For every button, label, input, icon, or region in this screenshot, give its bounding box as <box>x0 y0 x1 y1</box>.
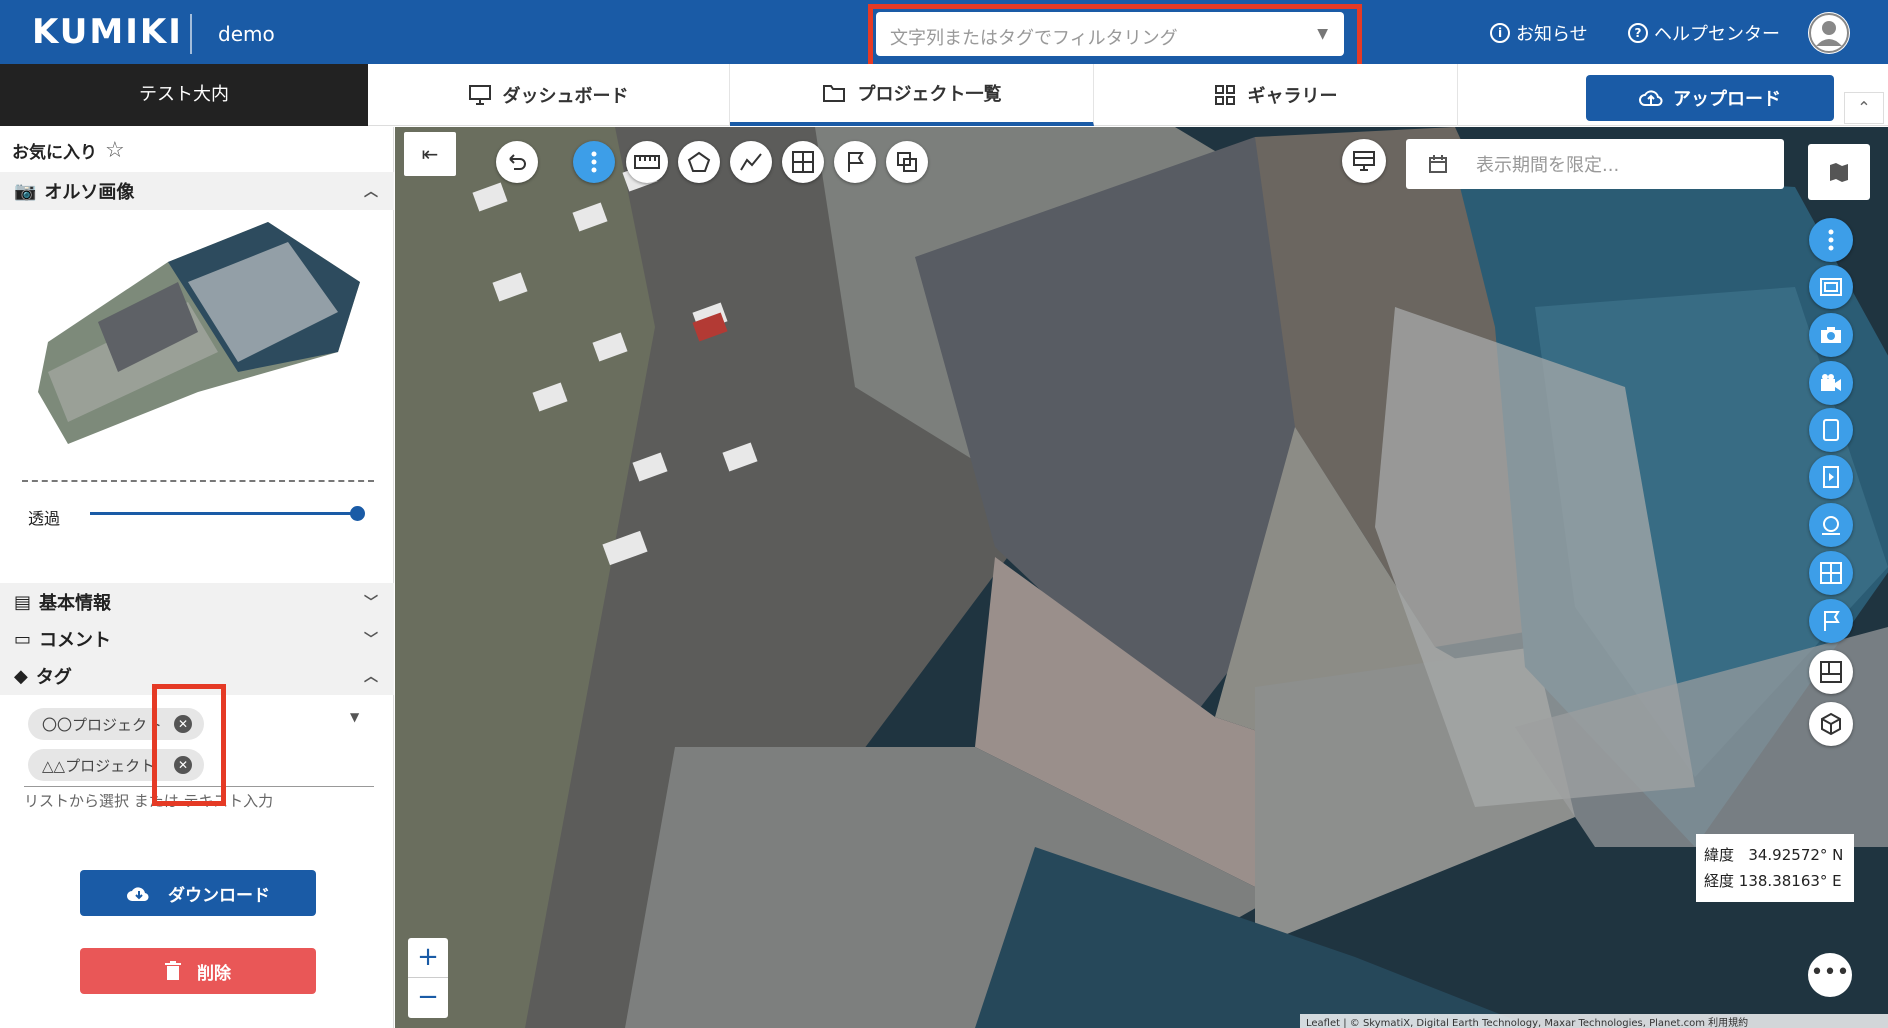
camera-icon: 📷 <box>14 180 37 202</box>
caret-down-icon[interactable]: ▼ <box>350 710 359 724</box>
transparency-label: 透過 <box>28 509 61 528</box>
zoom-in-button[interactable]: + <box>408 938 448 978</box>
slider-handle[interactable] <box>350 506 365 521</box>
lon-value: 138.38163° E <box>1738 872 1842 890</box>
ruler-icon[interactable] <box>626 141 668 183</box>
compare-screen-icon[interactable] <box>1342 139 1386 183</box>
tag-label: 〇〇プロジェクト <box>42 716 163 734</box>
tab-label: プロジェクト一覧 <box>857 84 1002 105</box>
monitor-icon <box>468 85 491 105</box>
upload-button[interactable]: アップロード <box>1586 75 1834 121</box>
date-range-input[interactable]: 表示期間を限定... <box>1406 139 1784 189</box>
info-icon: i <box>1490 23 1510 43</box>
section-comment[interactable]: ▭ コメント ﹀ <box>0 620 394 658</box>
zoom-out-button[interactable]: − <box>408 978 448 1018</box>
map-layers-icon[interactable] <box>1808 144 1870 200</box>
tab-label: ギャラリー <box>1247 86 1338 107</box>
user-avatar[interactable] <box>1808 12 1850 54</box>
help-label: ヘルプセンター <box>1654 24 1780 45</box>
delete-label: 削除 <box>197 963 231 984</box>
coordinate-readout: 緯度 34.92572° N 経度 138.38163° E <box>1696 834 1854 902</box>
ortho-thumbnail[interactable] <box>38 222 360 444</box>
tag-input[interactable]: リストから選択 または テキスト入力 <box>24 790 273 811</box>
tab-project-list[interactable]: プロジェクト一覧 <box>730 64 1094 126</box>
star-icon[interactable]: ☆ <box>105 138 125 163</box>
more-vertical-icon[interactable] <box>1809 218 1853 262</box>
cube-icon[interactable] <box>1809 702 1853 746</box>
collapse-up-icon[interactable]: ⌃ <box>1844 92 1884 124</box>
lat-label: 緯度 <box>1704 846 1735 864</box>
calendar-icon <box>1429 155 1447 173</box>
tag-remove-highlight <box>152 684 226 806</box>
caret-down-icon[interactable]: ▼ <box>1317 26 1328 42</box>
flag-icon[interactable] <box>1809 599 1853 643</box>
tab-gallery[interactable]: ギャラリー <box>1094 64 1458 126</box>
copy-layers-icon[interactable] <box>886 141 928 183</box>
project-name: テスト大内 <box>0 64 368 126</box>
chevron-down-icon: ﹀ <box>364 595 378 611</box>
org-name: demo <box>218 22 275 46</box>
section-label: コメント <box>39 630 112 651</box>
camera-icon[interactable] <box>1809 313 1853 357</box>
more-vertical-icon[interactable] <box>573 141 615 183</box>
transparency-slider[interactable] <box>90 512 358 515</box>
help-center-link[interactable]: ? ヘルプセンター <box>1628 20 1780 46</box>
section-ortho[interactable]: 📷 オルソ画像 ︿ <box>0 172 394 210</box>
document-icon: ▤ <box>14 591 32 613</box>
download-button[interactable]: ダウンロード <box>80 870 316 916</box>
chevron-up-icon: ︿ <box>364 184 378 200</box>
date-placeholder: 表示期間を限定... <box>1476 155 1620 176</box>
favorite-label: お気に入り <box>12 143 97 163</box>
map-attribution[interactable]: Leaflet | © SkymatiX, Digital Earth Tech… <box>1300 1014 1888 1028</box>
trash-icon <box>165 961 181 980</box>
upload-label: アップロード <box>1673 89 1781 110</box>
favorite-toggle[interactable]: お気に入り ☆ <box>12 138 125 163</box>
folder-icon <box>822 85 845 102</box>
video-icon[interactable] <box>1809 361 1853 405</box>
cloud-upload-icon <box>1639 90 1663 106</box>
frame-icon[interactable] <box>1809 265 1853 309</box>
tag-icon: ◆ <box>14 665 28 687</box>
lat-value: 34.92572° N <box>1748 846 1844 864</box>
filter-input[interactable]: 文字列またはタグでフィルタリング ▼ <box>876 12 1344 56</box>
document-play-icon[interactable] <box>1809 455 1853 499</box>
section-label: 基本情報 <box>39 593 112 614</box>
collapse-sidebar-icon[interactable]: ⇤ <box>404 132 456 176</box>
flag-icon[interactable] <box>834 141 876 183</box>
divider <box>22 480 374 482</box>
grid-icon <box>1214 85 1235 105</box>
logo-divider <box>190 14 192 54</box>
line-chart-icon[interactable] <box>730 141 772 183</box>
delete-button[interactable]: 削除 <box>80 948 316 994</box>
cloud-download-icon <box>127 887 149 902</box>
polygon-icon[interactable] <box>678 141 720 183</box>
comment-icon: ▭ <box>14 628 32 650</box>
question-icon: ? <box>1628 23 1648 43</box>
tab-dashboard[interactable]: ダッシュボード <box>368 64 730 126</box>
section-label: オルソ画像 <box>44 182 135 203</box>
lon-label: 経度 <box>1704 872 1735 890</box>
chevron-up-icon: ︿ <box>364 669 378 685</box>
zoom-control: + − <box>408 938 448 1018</box>
filter-placeholder: 文字列またはタグでフィルタリング <box>890 28 1178 49</box>
volume-grid-icon[interactable] <box>1809 551 1853 595</box>
section-label: タグ <box>35 667 72 688</box>
tab-label: ダッシュボード <box>502 86 629 107</box>
map-view[interactable] <box>395 127 1888 1028</box>
panel-icon[interactable] <box>1809 650 1853 694</box>
volume-grid-icon[interactable] <box>782 141 824 183</box>
tablet-icon[interactable] <box>1809 408 1853 452</box>
notice-label: お知らせ <box>1516 24 1588 45</box>
notice-link[interactable]: i お知らせ <box>1490 20 1588 46</box>
section-basic-info[interactable]: ▤ 基本情報 ﹀ <box>0 583 394 621</box>
tag-label: △△プロジェクト <box>42 757 156 775</box>
ortho-map-image[interactable] <box>395 127 1888 1028</box>
more-horizontal-icon[interactable]: ••• <box>1808 953 1852 997</box>
undo-icon[interactable] <box>496 141 538 183</box>
search-area-icon[interactable] <box>1809 503 1853 547</box>
app-logo[interactable]: KUMIKI <box>32 12 183 52</box>
chevron-down-icon: ﹀ <box>364 632 378 648</box>
download-label: ダウンロード <box>168 885 270 906</box>
